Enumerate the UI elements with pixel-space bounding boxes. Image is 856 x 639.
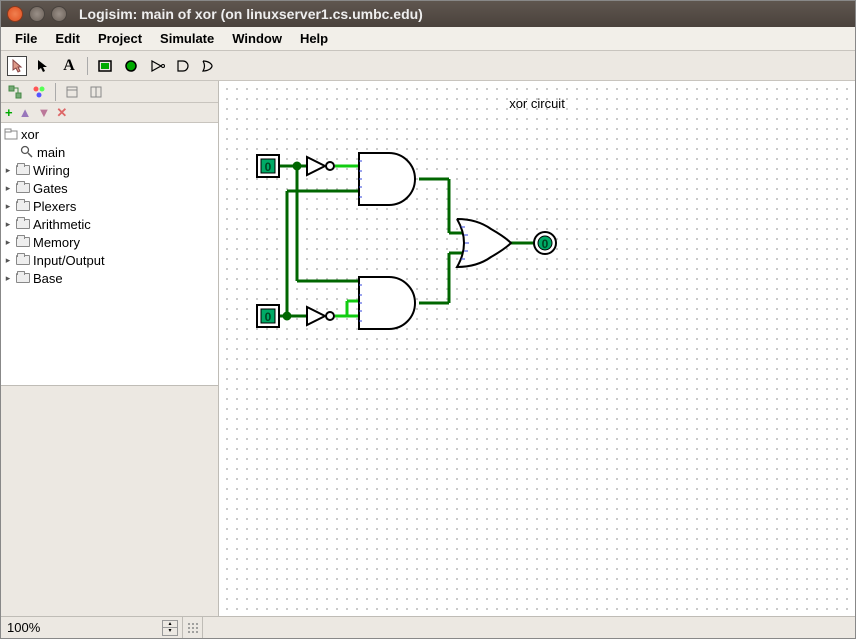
simulation-tree-icon[interactable] — [29, 82, 49, 102]
menu-simulate[interactable]: Simulate — [152, 29, 222, 48]
folder-icon — [16, 273, 30, 283]
svg-text:0: 0 — [265, 160, 272, 174]
menu-window[interactable]: Window — [224, 29, 290, 48]
folder-icon — [16, 201, 30, 211]
expand-icon[interactable]: ▸ — [3, 183, 13, 194]
delete-icon[interactable]: ✕ — [56, 105, 67, 121]
and-gate-icon[interactable] — [174, 56, 194, 76]
tree-folder-memory[interactable]: ▸ Memory — [1, 233, 218, 251]
tree-folder-wiring[interactable]: ▸ Wiring — [1, 161, 218, 179]
zoom-value: 100% — [7, 620, 40, 635]
tree-label: Arithmetic — [33, 217, 91, 232]
output-pin[interactable]: 0 — [534, 232, 556, 254]
menu-help[interactable]: Help — [292, 29, 336, 48]
toolbar: A — [1, 51, 855, 81]
folder-icon — [16, 183, 30, 193]
menu-edit[interactable]: Edit — [47, 29, 88, 48]
menubar: File Edit Project Simulate Window Help — [1, 27, 855, 51]
tree-label: main — [37, 145, 65, 160]
tree-label: Input/Output — [33, 253, 105, 268]
minimize-icon[interactable] — [29, 6, 45, 22]
tree-label: Plexers — [33, 199, 76, 214]
expand-icon[interactable]: ▸ — [3, 165, 13, 176]
status-bar: 100% ▴▾ — [1, 616, 855, 638]
tree-label: xor — [21, 127, 39, 142]
and-gate-top[interactable] — [359, 153, 415, 205]
tool1-icon[interactable] — [62, 82, 82, 102]
folder-icon — [16, 165, 30, 175]
tree-label: Wiring — [33, 163, 70, 178]
down-icon[interactable]: ▼ — [37, 105, 50, 120]
zoom-spinner[interactable]: ▴▾ — [162, 620, 178, 636]
window-title: Logisim: main of xor (on linuxserver1.cs… — [79, 6, 423, 22]
and-gate-bottom[interactable] — [359, 277, 415, 329]
folder-icon — [16, 255, 30, 265]
svg-text:0: 0 — [542, 237, 549, 251]
svg-text:0: 0 — [265, 310, 272, 324]
sidebar-toolbar — [1, 81, 218, 103]
not-gate-icon[interactable] — [148, 56, 168, 76]
tree-folder-base[interactable]: ▸ Base — [1, 269, 218, 287]
canvas[interactable]: xor circuit — [219, 81, 855, 616]
circuit-drawing[interactable]: 0 0 0 — [219, 81, 855, 616]
expand-icon[interactable]: ▸ — [3, 255, 13, 266]
separator — [87, 57, 88, 75]
tree-folder-arithmetic[interactable]: ▸ Arithmetic — [1, 215, 218, 233]
expand-icon[interactable]: ▸ — [3, 219, 13, 230]
tree-folder-gates[interactable]: ▸ Gates — [1, 179, 218, 197]
expand-icon[interactable]: ▸ — [3, 237, 13, 248]
up-icon[interactable]: ▲ — [19, 105, 32, 120]
tree-main[interactable]: main — [1, 143, 218, 161]
hierarchy-icon[interactable] — [5, 82, 25, 102]
expand-icon[interactable]: ▸ — [3, 273, 13, 284]
expand-icon[interactable]: ▸ — [3, 201, 13, 212]
tree-folder-plexers[interactable]: ▸ Plexers — [1, 197, 218, 215]
not-gate-a[interactable] — [307, 157, 334, 175]
titlebar[interactable]: Logisim: main of xor (on linuxserver1.cs… — [1, 1, 855, 27]
folder-icon — [16, 219, 30, 229]
project-tree[interactable]: xor main ▸ Wiring ▸ Gates ▸ Plexers ▸ Arithm… — [1, 123, 218, 386]
menu-project[interactable]: Project — [90, 29, 150, 48]
zoom-control[interactable]: 100% ▴▾ — [1, 617, 183, 638]
output-pin-icon[interactable] — [122, 56, 142, 76]
text-tool-icon[interactable]: A — [59, 56, 79, 76]
sidebar: + ▲ ▼ ✕ xor main ▸ Wiring ▸ Gates ▸ Plexers… — [1, 81, 219, 616]
menu-file[interactable]: File — [7, 29, 45, 48]
tree-label: Memory — [33, 235, 80, 250]
sidebar-actions: + ▲ ▼ ✕ — [1, 103, 218, 123]
grid-toggle-icon[interactable] — [183, 617, 203, 638]
magnifier-icon — [19, 145, 35, 159]
poke-tool-icon[interactable] — [7, 56, 27, 76]
tool2-icon[interactable] — [86, 82, 106, 102]
not-gate-b[interactable] — [307, 307, 334, 325]
folder-icon — [16, 237, 30, 247]
maximize-icon[interactable] — [51, 6, 67, 22]
tree-project[interactable]: xor — [1, 125, 218, 143]
or-gate[interactable] — [457, 219, 511, 267]
or-gate-icon[interactable] — [200, 56, 220, 76]
project-icon — [3, 127, 19, 141]
properties-panel[interactable] — [1, 386, 218, 616]
tree-label: Base — [33, 271, 63, 286]
input-pin-icon[interactable] — [96, 56, 116, 76]
tree-folder-io[interactable]: ▸ Input/Output — [1, 251, 218, 269]
tree-label: Gates — [33, 181, 68, 196]
close-icon[interactable] — [7, 6, 23, 22]
select-tool-icon[interactable] — [33, 56, 53, 76]
app-window: Logisim: main of xor (on linuxserver1.cs… — [0, 0, 856, 639]
input-pin-b[interactable]: 0 — [257, 305, 279, 327]
add-icon[interactable]: + — [5, 105, 13, 120]
input-pin-a[interactable]: 0 — [257, 155, 279, 177]
